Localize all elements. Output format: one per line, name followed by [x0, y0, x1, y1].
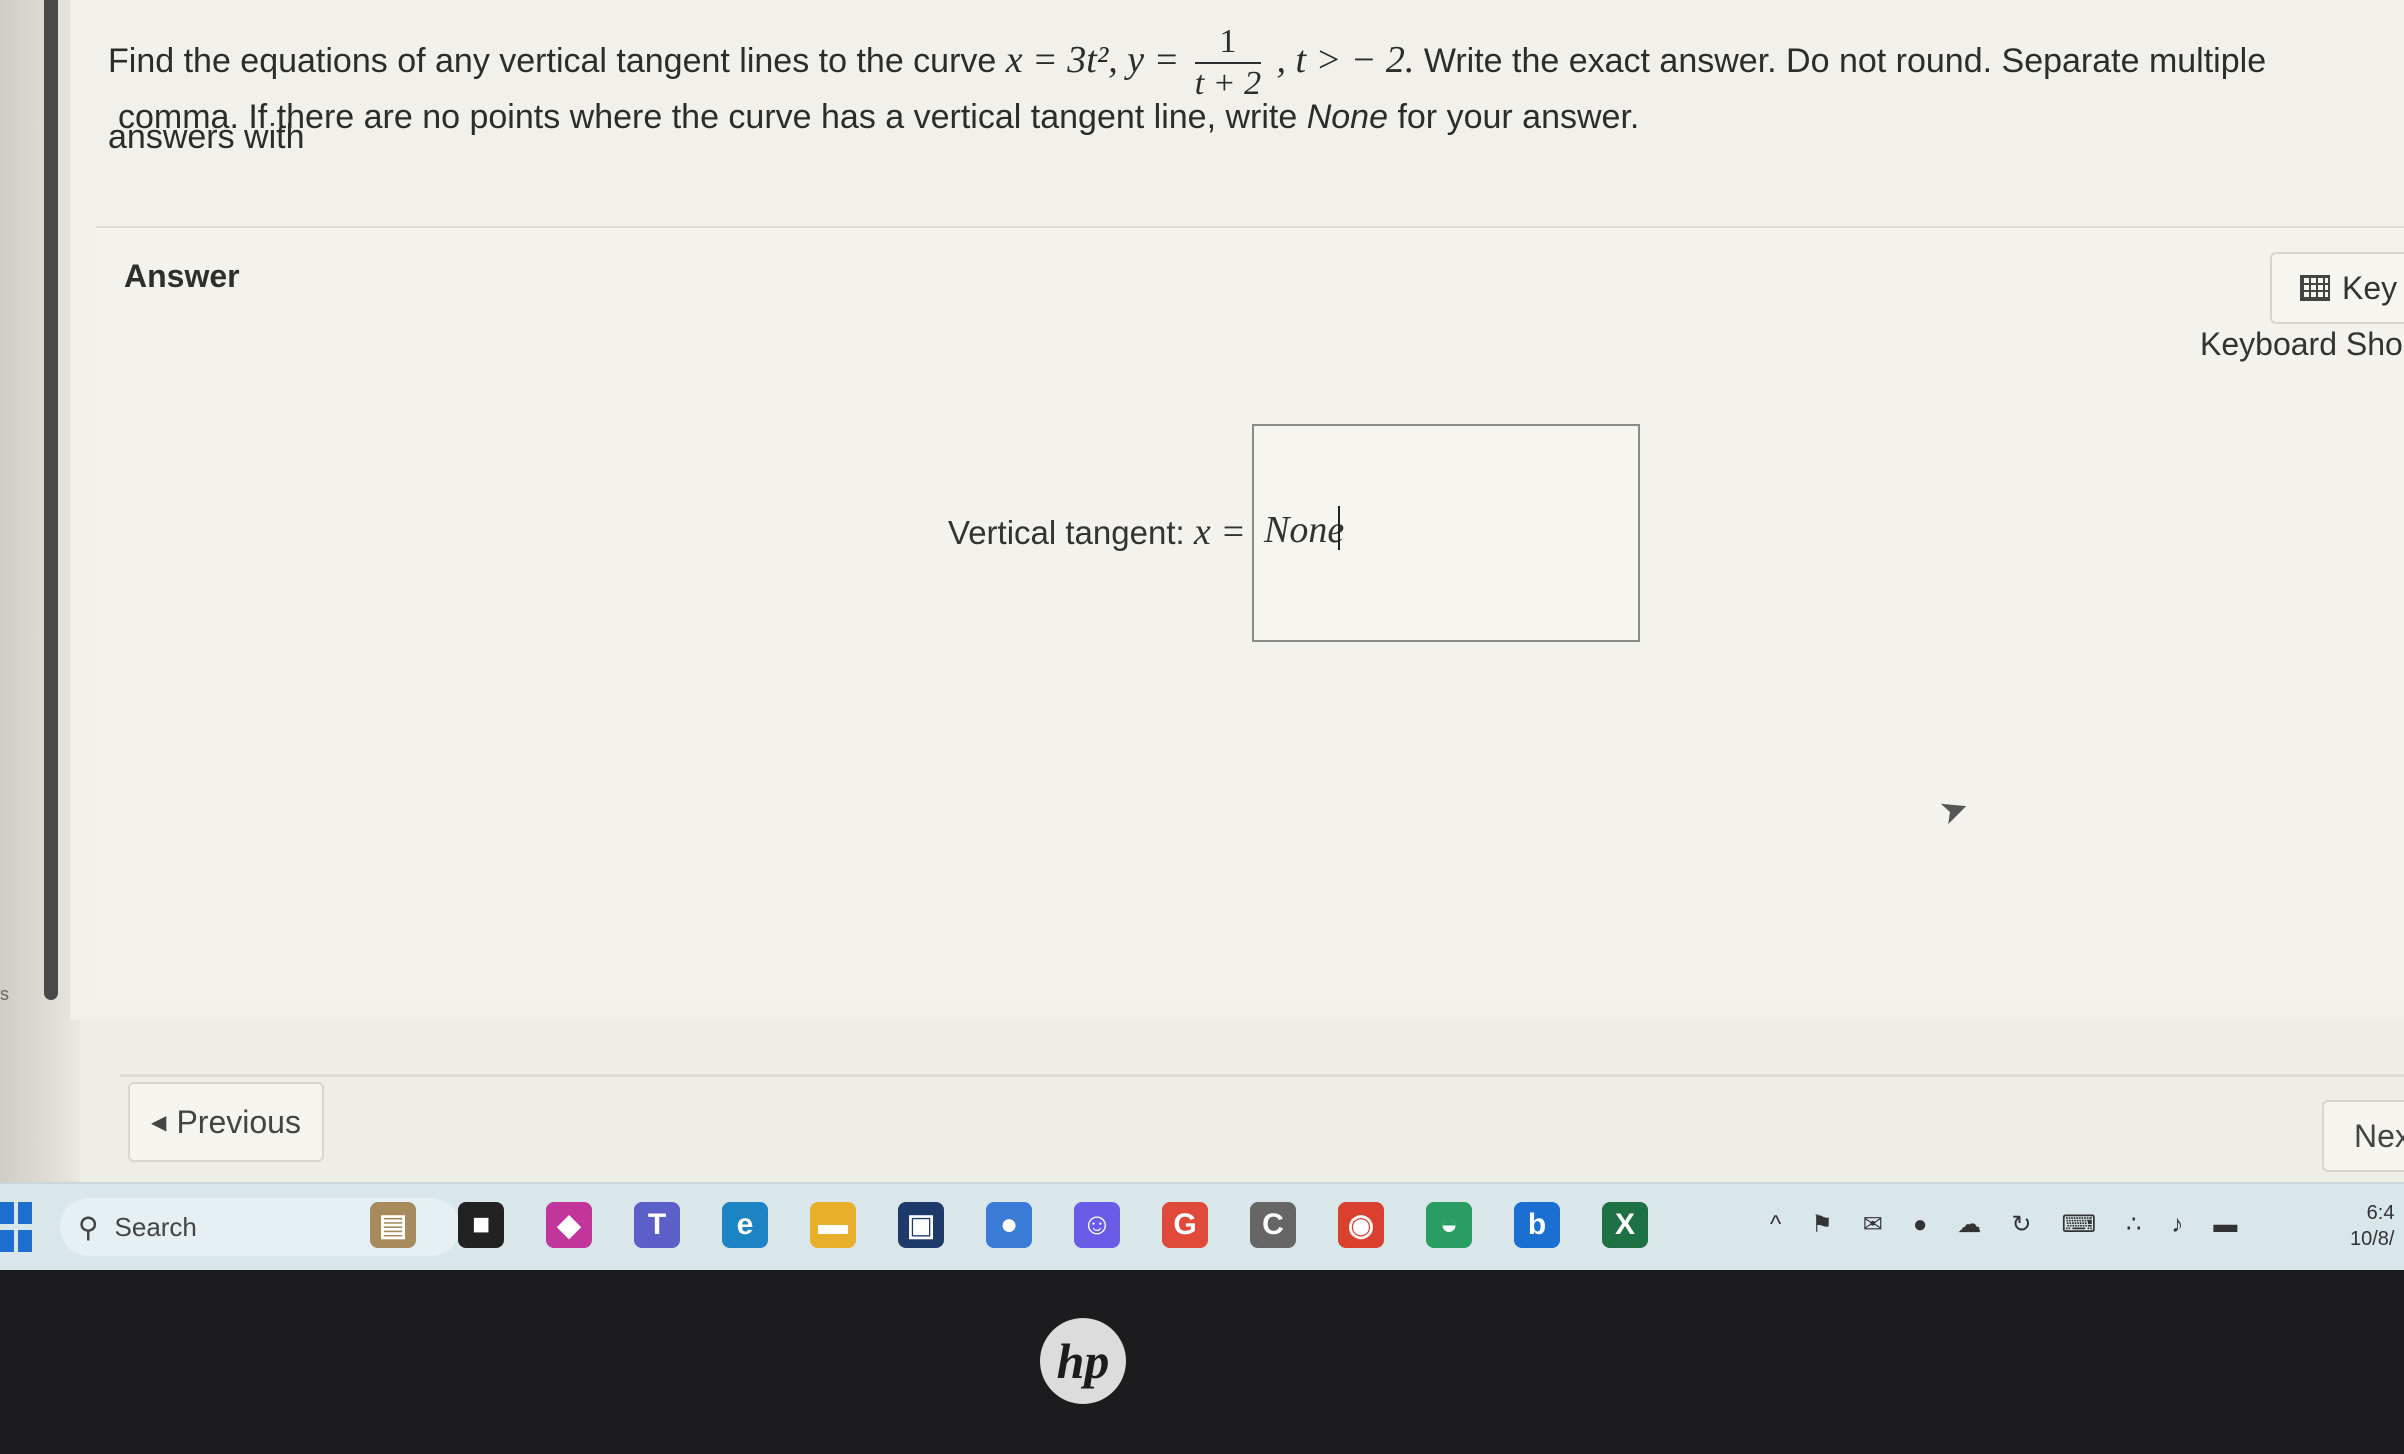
question-line2-text: comma. If there are no points where the … — [118, 98, 1298, 136]
previous-label: Previous — [176, 1103, 301, 1140]
whatsapp-icon[interactable]: ◒ — [1426, 1202, 1472, 1248]
windows-start-icon[interactable] — [0, 1202, 32, 1252]
excel-icon[interactable]: X — [1602, 1202, 1648, 1248]
variable-label: x = — [1193, 511, 1246, 553]
tray-icon[interactable]: ● — [1913, 1211, 1928, 1239]
screen: s Find the equations of any vertical tan… — [0, 0, 2404, 1270]
answer-heading: Answer — [124, 258, 240, 294]
tray-icon[interactable]: ☁ — [1957, 1210, 1981, 1239]
question-fraction: 1 t + 2 — [1194, 22, 1262, 104]
search-placeholder: Search — [114, 1211, 197, 1242]
question-x-expression: x = 3t², y = — [1005, 38, 1180, 81]
tray-icon[interactable]: ↻ — [2011, 1210, 2031, 1239]
keypad-label: Key — [2342, 269, 2398, 306]
hp-logo: hp — [1040, 1318, 1126, 1404]
keypad-icon — [2300, 275, 2330, 301]
system-tray: ^ ⚑ ✉ ● ☁ ↻ ⌨ ∴ ♪ ▬ — [1770, 1210, 2237, 1239]
keypad-button[interactable]: Key — [2270, 252, 2404, 324]
task-view-icon[interactable]: ■ — [458, 1202, 504, 1248]
clock-date: 10/8/ — [2350, 1228, 2395, 1250]
taskbar: ⚲ Search ▤ ■ ◆ Te ▬ ▣ ● ☺ G C ◉ ◒ b X ^ ⚑ ✉ ● ☁ ↻ ⌨ ∴ ♪ ▬ 6:4 … — [0, 1182, 2404, 1270]
answer-panel — [96, 228, 2404, 1000]
c-app-icon[interactable]: C — [1250, 1202, 1296, 1248]
tray-icon[interactable]: ⚑ — [1811, 1210, 1833, 1239]
store-icon[interactable]: ▣ — [898, 1202, 944, 1248]
edge-character: s — [0, 984, 9, 1004]
next-label: Nex — [2354, 1117, 2404, 1154]
keyboard-shortcuts-link[interactable]: Keyboard Shor — [2200, 326, 2404, 363]
edge-icon[interactable]: e — [722, 1202, 768, 1248]
text-caret — [1338, 506, 1340, 550]
vertical-tangent-label: Vertical tangent: x = — [948, 510, 1246, 554]
copilot-icon[interactable]: ◆ — [546, 1202, 592, 1248]
file-explorer-icon[interactable]: ▬ — [810, 1202, 856, 1248]
taskbar-apps: ▤ ■ ◆ Te ▬ ▣ ● ☺ G C ◉ ◒ b X — [370, 1202, 1648, 1248]
question-intro: Find the equations of any vertical tange… — [108, 41, 997, 80]
tray-icon[interactable]: ∴ — [2126, 1210, 2141, 1239]
left-edge-shadow — [0, 0, 80, 1270]
search-icon: ⚲ — [78, 1211, 99, 1243]
answer-input[interactable]: None — [1252, 424, 1640, 642]
bing-icon[interactable]: b — [1514, 1202, 1560, 1248]
tray-icon[interactable]: ✉ — [1863, 1210, 1883, 1239]
previous-button[interactable]: ◀ Previous — [128, 1082, 324, 1162]
clock[interactable]: 6:4 10/8/ — [2350, 1200, 2394, 1252]
clock-time: 6:4 — [2366, 1202, 2395, 1224]
next-button[interactable]: Nex — [2322, 1100, 2404, 1172]
copilot-app-icon[interactable]: ● — [986, 1202, 1032, 1248]
question-condition: , t > − 2. — [1276, 38, 1415, 81]
google-icon[interactable]: G — [1162, 1202, 1208, 1248]
vertical-tangent-text: Vertical tangent: — [948, 514, 1185, 551]
tray-icon[interactable]: ^ — [1770, 1211, 1781, 1239]
tray-icon[interactable]: ♪ — [2171, 1211, 2183, 1239]
tray-icon[interactable]: ⌨ — [2062, 1210, 2097, 1239]
chevron-left-icon: ◀ — [151, 1111, 167, 1134]
question-none-emphasis: None — [1306, 98, 1388, 136]
chat-icon[interactable]: ☺ — [1074, 1202, 1120, 1248]
widgets-icon[interactable]: ▤ — [370, 1202, 416, 1248]
divider — [120, 1074, 2404, 1077]
hp-logo-text: hp — [1056, 1333, 1110, 1389]
question-text: Find the equations of any vertical tange… — [108, 22, 2398, 170]
tray-icon[interactable]: ▬ — [2213, 1211, 2237, 1239]
answer-input-value: None — [1264, 509, 1345, 551]
fraction-numerator: 1 — [1194, 22, 1262, 64]
question-line-2: comma. If there are no points where the … — [118, 98, 1639, 137]
scrollbar[interactable] — [44, 0, 58, 1000]
teams-icon[interactable]: T — [634, 1202, 680, 1248]
question-line2-end: for your answer. — [1397, 98, 1640, 136]
chrome-icon[interactable]: ◉ — [1338, 1202, 1384, 1248]
